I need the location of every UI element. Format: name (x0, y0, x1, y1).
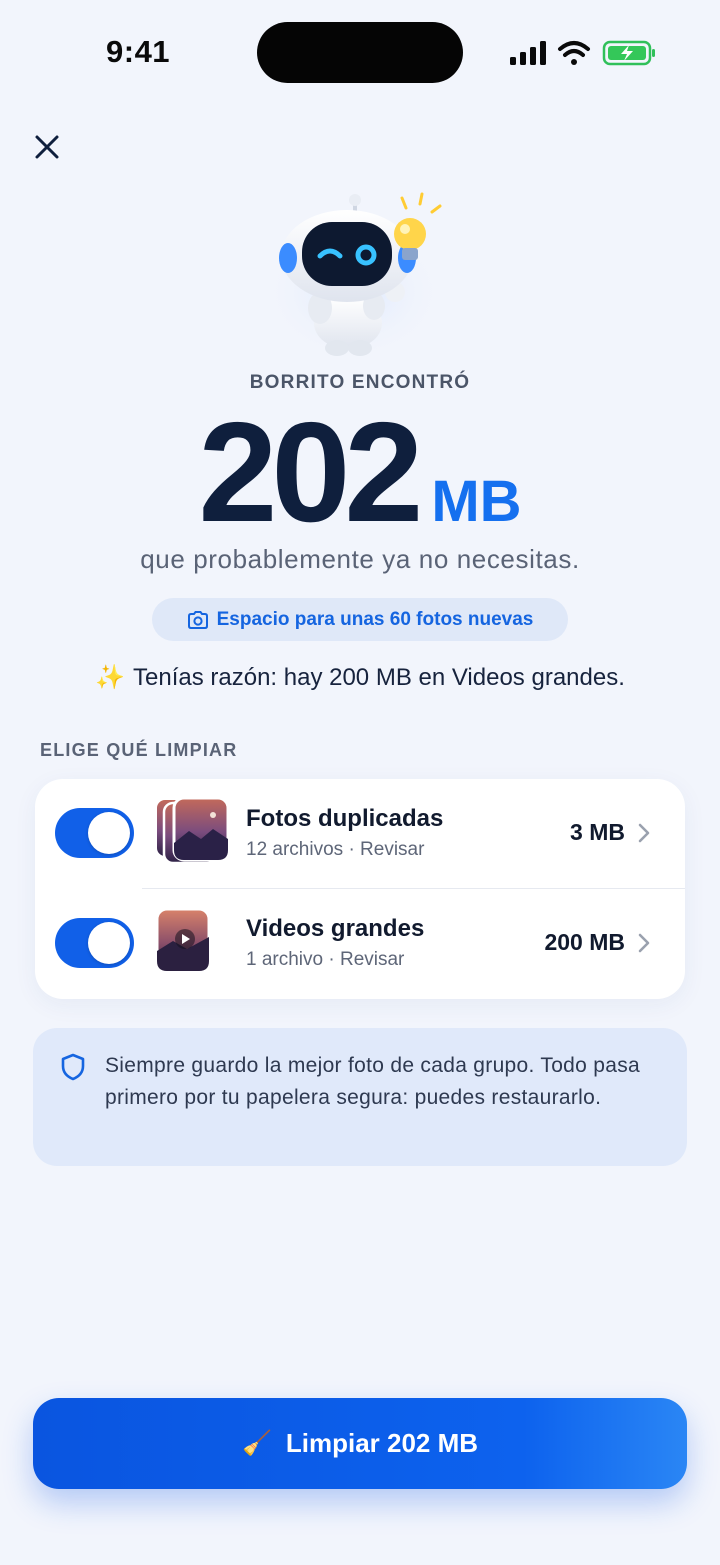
clean-button[interactable]: 🧹 Limpiar 202 MB (33, 1398, 687, 1489)
cleanup-items-card: Fotos duplicadas 12 archivos · Revisar 3… (35, 779, 685, 999)
dynamic-island (257, 22, 463, 83)
subtitle: que probablemente ya no necesitas. (140, 544, 580, 574)
list-item-large-videos[interactable]: Videos grandes 1 archivo · Revisar 200 M… (35, 889, 685, 999)
duplicate-photos-thumbnail (155, 797, 230, 865)
space-found: 202 MB (0, 398, 720, 548)
shield-icon (61, 1053, 85, 1081)
item-title: Fotos duplicadas (246, 805, 444, 832)
camera-icon (187, 610, 208, 629)
status-icons (510, 40, 655, 66)
eyebrow-label: BORRITO ENCONTRÓ (249, 372, 471, 393)
insight-text: ✨ Tenías razón: hay 200 MB en Videos gran… (0, 663, 720, 692)
space-found-value: 202 (198, 393, 423, 552)
chevron-right-icon (638, 823, 650, 843)
toggle-duplicate-photos[interactable] (55, 808, 134, 858)
close-button[interactable] (28, 128, 66, 166)
wifi-icon (558, 41, 590, 65)
status-time: 9:41 (106, 34, 171, 69)
close-icon (35, 135, 59, 159)
battery-icon (602, 40, 655, 66)
item-title: Videos grandes (246, 915, 425, 942)
toggle-large-videos[interactable] (55, 918, 134, 968)
broom-icon: 🧹 (241, 1430, 272, 1457)
item-size: 3 MB (570, 819, 625, 845)
status-bar: 9:41 (0, 0, 720, 100)
clean-button-label: Limpiar 202 MB (285, 1428, 479, 1458)
list-item-duplicate-photos[interactable]: Fotos duplicadas 12 archivos · Revisar 3… (35, 779, 685, 889)
item-subtitle: 1 archivo · Revisar (246, 949, 405, 970)
safety-info-text: Siempre guardo la mejor foto de cada gru… (105, 1054, 641, 1109)
robot-mascot-illustration (262, 192, 446, 356)
cellular-signal-icon (510, 41, 546, 65)
photos-capacity-pill: Espacio para unas 60 fotos nuevas (152, 598, 568, 641)
sparkles-icon: ✨ (95, 664, 125, 691)
large-videos-thumbnail (155, 907, 211, 973)
insight-label: Tenías razón: hay 200 MB en Videos grand… (133, 664, 625, 691)
safety-info-box: Siempre guardo la mejor foto de cada gru… (33, 1028, 687, 1166)
item-size: 200 MB (544, 929, 625, 955)
pill-label: Espacio para unas 60 fotos nuevas (216, 608, 534, 630)
item-subtitle: 12 archivos · Revisar (246, 839, 425, 860)
section-label: ELIGE QUÉ LIMPIAR (40, 740, 238, 760)
chevron-right-icon (638, 933, 650, 953)
